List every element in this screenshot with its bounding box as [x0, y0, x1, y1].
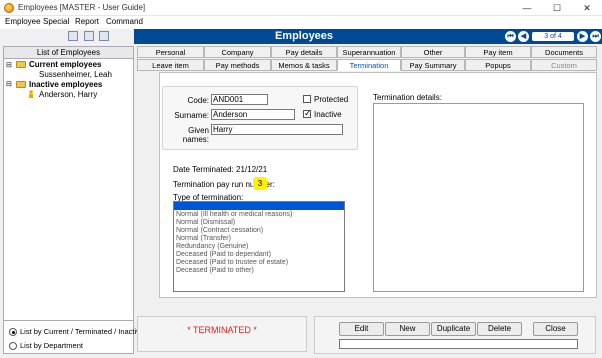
given-names-field[interactable]: Harry	[211, 124, 343, 135]
next-record-icon[interactable]: ▶	[577, 31, 588, 42]
list-item[interactable]: Normal (Contract cessation)	[176, 227, 263, 234]
minimize-button[interactable]: —	[512, 1, 542, 15]
employee-item[interactable]: Sussenheimer, Leah	[39, 70, 112, 79]
person-icon	[28, 90, 34, 98]
menu-special[interactable]: Special	[43, 17, 69, 26]
list-view-icon[interactable]	[68, 31, 78, 41]
list-item[interactable]: Normal (Transfer)	[176, 235, 231, 242]
surname-field[interactable]: Anderson	[211, 109, 295, 120]
menu-bar: Employee Special Report Command	[0, 16, 602, 29]
list-item[interactable]: Deceased (Paid to other)	[176, 267, 254, 274]
menu-report[interactable]: Report	[75, 17, 99, 26]
tab-termination[interactable]: Termination	[337, 59, 401, 71]
termination-details-label: Termination details:	[373, 93, 442, 102]
list-item[interactable]: Redundancy (Genuine)	[176, 243, 248, 250]
tab-other[interactable]: Other	[401, 46, 465, 58]
list-item[interactable]: Deceased (Paid to trustee of estate)	[176, 259, 288, 266]
list-mode-options: List by Current / Terminated / Inactive …	[3, 320, 144, 354]
notes-icon[interactable]	[84, 31, 94, 41]
tab-company[interactable]: Company	[204, 46, 271, 58]
surname-label: Surname:	[174, 111, 209, 120]
duplicate-button[interactable]: Duplicate	[431, 322, 476, 336]
tab-documents[interactable]: Documents	[531, 46, 597, 58]
radio-list-by-status[interactable]	[9, 328, 17, 336]
inactive-label: Inactive	[314, 110, 342, 119]
status-field	[339, 339, 578, 349]
list-item[interactable]: Deceased (Paid to dependant)	[176, 251, 271, 258]
tree-expander-icon[interactable]: ⊟	[6, 80, 12, 88]
maximize-button[interactable]: ☐	[542, 1, 572, 15]
employee-list-heading: List of Employees	[4, 47, 133, 59]
folder-icon	[16, 81, 26, 88]
tab-memos-tasks[interactable]: Memos & tasks	[271, 59, 337, 71]
group-current-employees[interactable]: Current employees	[29, 60, 101, 69]
radio-label: List by Department	[20, 341, 83, 350]
code-field[interactable]: AND001	[211, 94, 268, 105]
protected-checkbox[interactable]	[303, 95, 311, 103]
termination-run-number[interactable]: 3	[253, 177, 267, 190]
employee-list: List of Employees ⊟ Current employees Su…	[3, 46, 134, 353]
previous-record-icon[interactable]: ◀	[518, 31, 529, 42]
given-names-label: Given names:	[182, 126, 209, 144]
tab-superannuation[interactable]: Superannuation	[337, 46, 401, 58]
tab-pay-item[interactable]: Pay item	[465, 46, 531, 58]
list-item[interactable]: Normal (Dismissal)	[176, 219, 235, 226]
radio-list-by-department[interactable]	[9, 342, 17, 350]
tab-pay-details[interactable]: Pay details	[271, 46, 337, 58]
date-terminated: Date Terminated: 21/12/21	[173, 165, 268, 174]
status-panel: * TERMINATED *	[137, 316, 307, 352]
tab-pay-summary[interactable]: Pay Summary	[401, 59, 465, 71]
inactive-checkbox[interactable]	[303, 108, 312, 119]
tab-leave-item[interactable]: Leave item	[137, 59, 204, 71]
tab-custom[interactable]: Custom	[531, 59, 597, 71]
app-icon	[4, 3, 14, 13]
employee-item[interactable]: Anderson, Harry	[39, 90, 97, 99]
tab-pay-methods[interactable]: Pay methods	[204, 59, 271, 71]
tab-popups[interactable]: Popups	[465, 59, 531, 71]
title-bar: Employees [MASTER - User Guide] — ☐ ✕	[0, 0, 602, 16]
list-item[interactable]: Normal (Ill health or medical reasons)	[176, 211, 292, 218]
record-indicator: 3 of 4	[532, 32, 574, 41]
selected-blank-option[interactable]	[174, 202, 344, 210]
close-window-button[interactable]: ✕	[572, 1, 602, 15]
terminated-status: * TERMINATED *	[187, 325, 257, 335]
page-title: Employees	[274, 30, 334, 42]
tree-expander-icon[interactable]: ⊟	[6, 61, 12, 69]
termination-details-textarea[interactable]	[373, 103, 584, 292]
tab-personal[interactable]: Personal	[137, 46, 204, 58]
code-label: Code:	[187, 96, 209, 105]
group-inactive-employees[interactable]: Inactive employees	[29, 80, 102, 89]
window-title: Employees [MASTER - User Guide]	[18, 3, 146, 12]
folder-icon	[16, 61, 26, 68]
document-icon[interactable]	[99, 31, 109, 41]
protected-label: Protected	[314, 95, 349, 104]
menu-command[interactable]: Command	[106, 17, 143, 26]
termination-type-list[interactable]: Normal (Ill health or medical reasons) N…	[173, 201, 345, 292]
header-bar: Employees ⏮ ◀ 3 of 4 ▶ ⏭	[134, 29, 602, 44]
new-button[interactable]: New	[385, 322, 430, 336]
delete-button[interactable]: Delete	[477, 322, 522, 336]
edit-button[interactable]: Edit	[339, 322, 384, 336]
radio-label: List by Current / Terminated / Inactive	[20, 327, 145, 336]
last-record-icon[interactable]: ⏭	[590, 31, 601, 42]
menu-employee[interactable]: Employee	[5, 17, 41, 26]
close-button[interactable]: Close	[533, 322, 578, 336]
first-record-icon[interactable]: ⏮	[505, 31, 516, 42]
